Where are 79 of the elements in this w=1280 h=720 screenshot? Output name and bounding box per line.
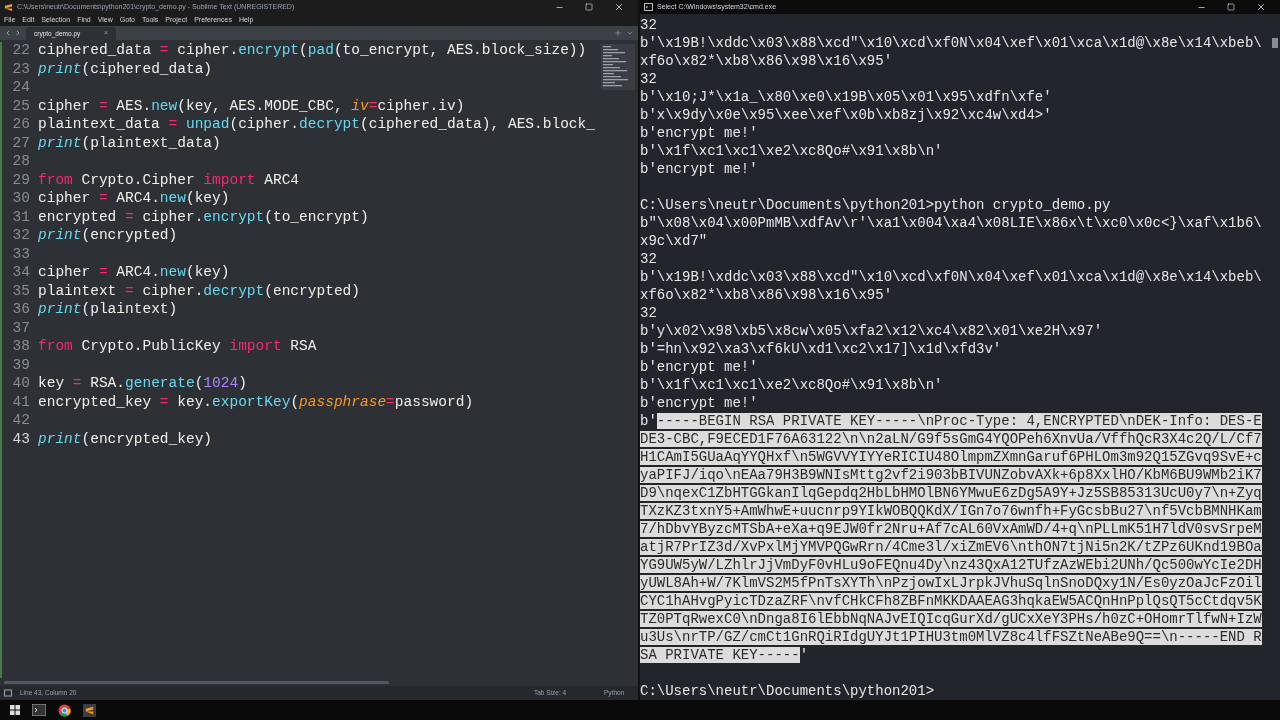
line-number: 33 bbox=[11, 244, 31, 264]
line-number: 32 bbox=[11, 226, 31, 246]
terminal-line: b'encrypt me!' bbox=[640, 160, 759, 178]
code-line: print(encrypted) bbox=[37, 226, 178, 246]
terminal-line: b'encrypt me!' bbox=[640, 358, 759, 376]
line-number: 25 bbox=[11, 96, 31, 116]
terminal-line: xf6o\x82*\xb8\x86\x98\x16\x95' bbox=[640, 52, 894, 70]
minimap bbox=[601, 44, 635, 90]
code-line: plaintext = cipher.decrypt(encrypted) bbox=[37, 281, 360, 301]
terminal-line: 32 bbox=[640, 250, 658, 268]
line-number: 37 bbox=[11, 318, 31, 338]
code-line: plaintext_data = unpad(cipher.decrypt(ciphered_data), AES.block_ bbox=[37, 115, 595, 135]
terminal-line: b'y\x02\x98\xb5\x8cw\x05\xfa2\x12\xc4\x82\x01\xe2H\x97' bbox=[640, 322, 1104, 340]
terminal-line: x9c\xd7" bbox=[640, 232, 709, 250]
previous-tab-icon[interactable] bbox=[4, 29, 12, 37]
line-number: 23 bbox=[11, 59, 31, 79]
terminal-line: b'-----BEGIN RSA PRIVATE KEY-----\nProc-Type: 4,ENCRYPTED\nDEK-Info: DES-E bbox=[640, 412, 1263, 430]
terminal-line: b"\x08\x04\x00PmMB\xdfAv\r'\xa1\x004\xa4\x08LIE\x86x\t\xc0\x0c<}\xaf\x1b6\ bbox=[640, 214, 1263, 232]
terminal-line: xf6o\x82*\xb8\x86\x98\x16\x95' bbox=[640, 286, 894, 304]
code-line: from Crypto.Cipher import ARC4 bbox=[37, 170, 300, 190]
browser-taskbar-icon[interactable] bbox=[58, 703, 71, 717]
code-line: cipher = ARC4.new(key) bbox=[37, 189, 230, 209]
start-icon[interactable] bbox=[10, 705, 20, 715]
line-number: 35 bbox=[11, 281, 31, 301]
new-tab-icon[interactable] bbox=[614, 29, 622, 37]
line-number: 41 bbox=[11, 392, 31, 412]
terminal-line: 32 bbox=[640, 16, 658, 34]
line-number: 34 bbox=[11, 263, 31, 283]
maximize-icon bbox=[1227, 3, 1235, 11]
code-line: print(ciphered_data) bbox=[37, 59, 213, 79]
code-line: cipher = AES.new(key, AES.MODE_CBC, iv=cipher.iv) bbox=[37, 96, 465, 116]
line-number: 43 bbox=[11, 429, 31, 449]
maximize-icon bbox=[585, 3, 593, 11]
terminal-line: b'\x10;J*\x1a_\x80\xe0\x19B\x05\x01\x95\xdfn\xfe' bbox=[640, 88, 1053, 106]
line-number: 36 bbox=[11, 300, 31, 320]
line-number: 24 bbox=[11, 78, 31, 98]
panel-toggle-icon[interactable] bbox=[4, 689, 12, 697]
code-line: ciphered_data = cipher.encrypt(pad(to_encrypt, AES.block_size)) bbox=[37, 41, 587, 61]
line-number: 31 bbox=[11, 207, 31, 227]
code-line: encrypted = cipher.encrypt(to_encrypt) bbox=[37, 207, 369, 227]
line-number: 42 bbox=[11, 411, 31, 431]
code-line: print(encrypted_key) bbox=[37, 429, 213, 449]
code-line: cipher = ARC4.new(key) bbox=[37, 263, 230, 283]
line-number: 28 bbox=[11, 152, 31, 172]
vertical-scrollbar[interactable] bbox=[1272, 38, 1278, 48]
terminal-line: b'encrypt me!' bbox=[640, 124, 759, 142]
code-line: print(plaintext) bbox=[37, 300, 178, 320]
terminal-line: C:\Users\neutr\Documents\python201>python crypto_demo.py bbox=[640, 196, 1112, 214]
terminal-icon bbox=[644, 3, 653, 11]
terminal-line: 32 bbox=[640, 70, 658, 88]
close-icon bbox=[1256, 2, 1266, 12]
close-icon bbox=[614, 2, 624, 12]
code-line: encrypted_key = key.exportKey(passphrase=password) bbox=[37, 392, 474, 412]
line-number: 38 bbox=[11, 337, 31, 357]
terminal-line: 32 bbox=[640, 304, 658, 322]
editor-taskbar-icon[interactable] bbox=[83, 703, 96, 717]
terminal-line: b'\x19B!\xddc\x03\x88\xcd"\x10\xcd\xf0N\x04\xef\x01\xca\x1d@\x8e\x14\xbeb\ bbox=[640, 34, 1263, 52]
terminal-line: C:\Users\neutr\Documents\python201> bbox=[640, 682, 936, 700]
code-line: print(plaintext_data) bbox=[37, 133, 221, 153]
line-number: 30 bbox=[11, 189, 31, 209]
tab-list-icon[interactable] bbox=[626, 29, 634, 37]
app-icon bbox=[4, 2, 13, 12]
line-number: 40 bbox=[11, 374, 31, 394]
terminal-line: b'\x19B!\xddc\x03\x88\xcd"\x10\xcd\xf0N\x04\xef\x01\xca\x1d@\x8e\x14\xbeb\ bbox=[640, 268, 1263, 286]
terminal-line: b'\x1f\xc1\xc1\xe2\xc8Qo#\x91\x8b\n' bbox=[640, 376, 944, 394]
line-number: 22 bbox=[11, 41, 31, 61]
line-number: 27 bbox=[11, 133, 31, 153]
code-line: key = RSA.generate(1024) bbox=[37, 374, 247, 394]
terminal-line: b'=hn\x92\xa3\xf6kU\xd1\xc2\x17]\x1d\xfd3v' bbox=[640, 340, 1003, 358]
terminal-line: b'x\x9dy\x0e\x95\xee\xef\x0b\xb8zj\x92\xc4w\xd4>' bbox=[640, 106, 1053, 124]
terminal-line: b'\x1f\xc1\xc1\xe2\xc8Qo#\x91\x8b\n' bbox=[640, 142, 944, 160]
code-line: from Crypto.PublicKey import RSA bbox=[37, 337, 317, 357]
line-number: 39 bbox=[11, 355, 31, 375]
next-tab-icon[interactable] bbox=[14, 29, 22, 37]
line-number: 29 bbox=[11, 170, 31, 190]
horizontal-scrollbar[interactable] bbox=[4, 680, 389, 684]
terminal-line: b'encrypt me!' bbox=[640, 394, 759, 412]
line-number: 26 bbox=[11, 115, 31, 135]
terminal-taskbar-icon[interactable] bbox=[32, 704, 46, 716]
